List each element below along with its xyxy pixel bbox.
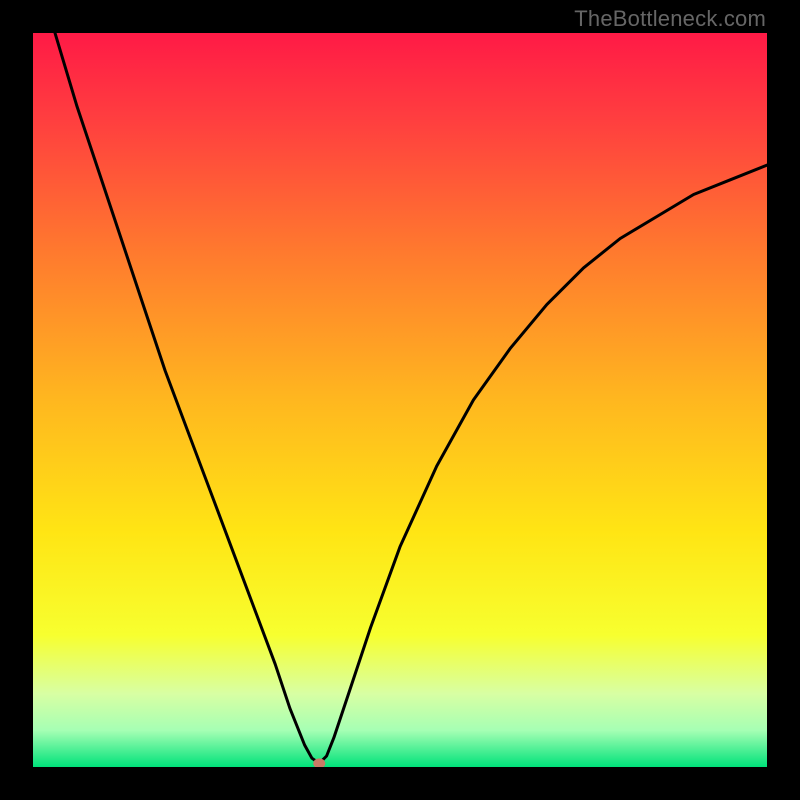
chart-background [33, 33, 767, 767]
chart-frame: TheBottleneck.com [0, 0, 800, 800]
plot-area [33, 33, 767, 767]
chart-svg [33, 33, 767, 767]
watermark-text: TheBottleneck.com [574, 6, 766, 32]
